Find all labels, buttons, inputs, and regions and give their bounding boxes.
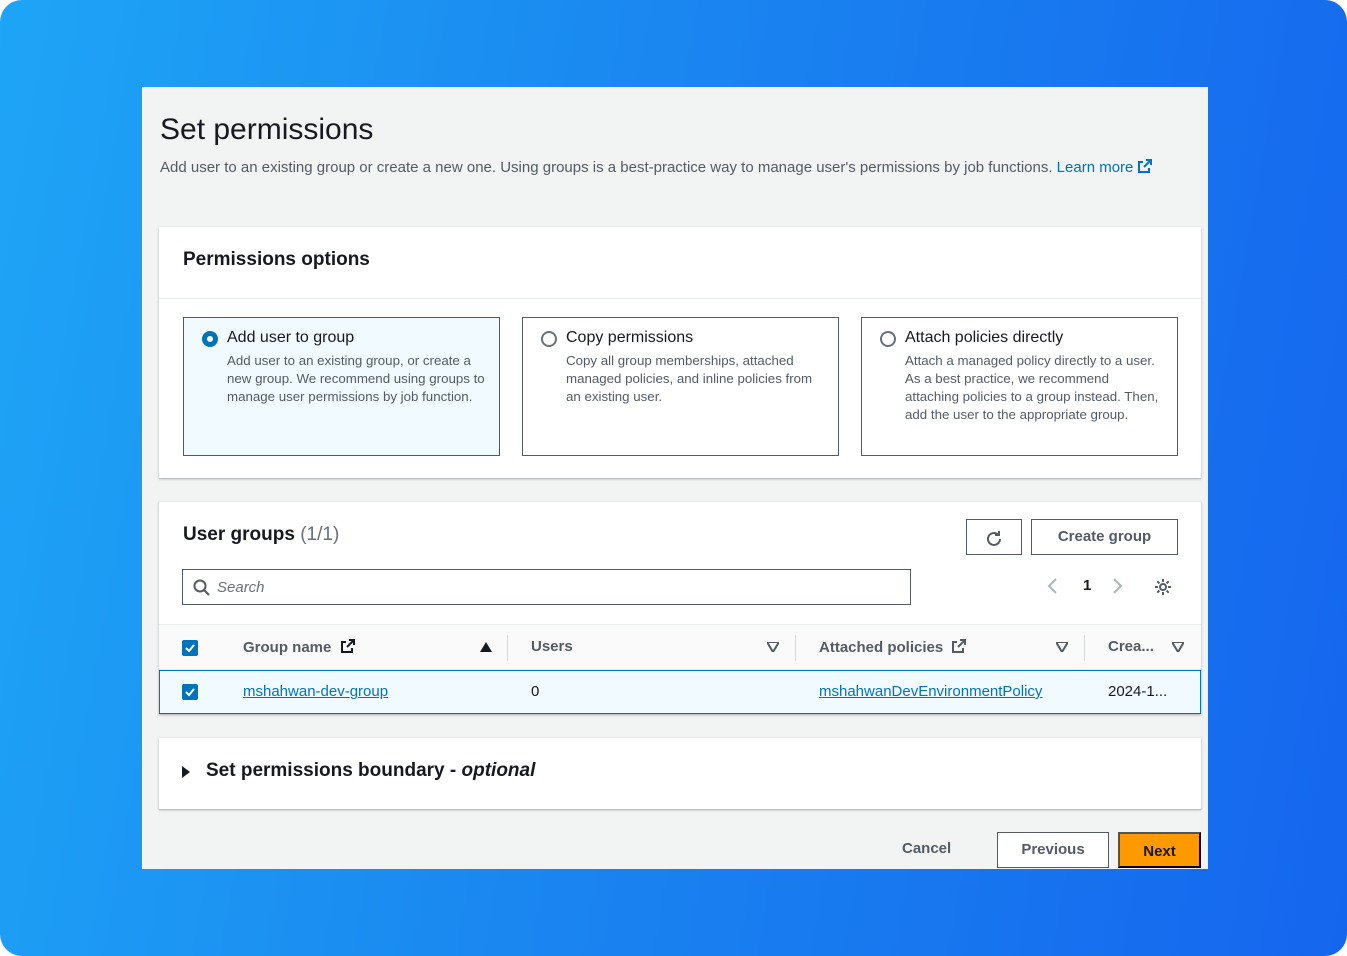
- sort-descending-icon[interactable]: [1056, 642, 1068, 652]
- search-box: [182, 569, 911, 605]
- column-header-created[interactable]: Crea...: [1108, 638, 1154, 655]
- chevron-left-icon[interactable]: [1047, 578, 1059, 594]
- table-header: Group name Users Attached policies Crea.…: [159, 624, 1201, 670]
- user-groups-panel: User groups (1/1) Create group 1 Group n…: [159, 502, 1201, 714]
- gear-icon[interactable]: [1153, 577, 1173, 597]
- permissions-options-panel: Permissions options Add user to group Ad…: [159, 227, 1201, 478]
- option-label: Attach policies directly: [905, 329, 1064, 346]
- option-description: Copy all group memberships, attached man…: [566, 353, 813, 404]
- permissions-boundary-title[interactable]: Set permissions boundary - optional: [206, 760, 535, 782]
- table-row[interactable]: mshahwan-dev-group 0 mshahwanDevEnvironm…: [159, 670, 1201, 714]
- user-groups-title-text: User groups: [183, 524, 295, 545]
- row-checkbox[interactable]: [182, 684, 198, 700]
- group-name-link[interactable]: mshahwan-dev-group: [243, 683, 388, 700]
- create-group-button[interactable]: Create group: [1031, 519, 1178, 555]
- search-icon: [193, 579, 210, 596]
- column-separator: [507, 635, 508, 661]
- option-description: Attach a managed policy directly to a us…: [905, 353, 1159, 422]
- refresh-icon: [987, 531, 1001, 546]
- chevron-right-icon[interactable]: [1111, 578, 1123, 594]
- option-label: Copy permissions: [566, 329, 694, 346]
- column-separator: [795, 635, 796, 661]
- page-number[interactable]: 1: [1083, 577, 1091, 594]
- select-all-checkbox[interactable]: [182, 640, 198, 656]
- boundary-optional-text: optional: [461, 760, 536, 781]
- learn-more-link[interactable]: Learn more: [1057, 159, 1154, 176]
- attached-policy-link[interactable]: mshahwanDevEnvironmentPolicy: [819, 683, 1042, 700]
- wizard-window: Set permissions Add user to an existing …: [142, 87, 1208, 869]
- column-separator: [1084, 635, 1085, 661]
- sort-descending-icon[interactable]: [1172, 642, 1184, 652]
- search-input[interactable]: [217, 577, 897, 597]
- column-header-attached-policies[interactable]: Attached policies: [819, 638, 967, 656]
- option-description: Add user to an existing group, or create…: [227, 353, 485, 404]
- column-header-label: Attached policies: [819, 639, 944, 656]
- sort-ascending-icon[interactable]: [480, 642, 492, 652]
- sort-descending-icon[interactable]: [767, 642, 779, 652]
- external-link-icon: [952, 639, 967, 653]
- column-header-group-name[interactable]: Group name: [243, 638, 356, 656]
- option-attach-policies-directly[interactable]: Attach policies directly Attach a manage…: [861, 317, 1178, 456]
- radio-unselected-icon[interactable]: [541, 331, 557, 347]
- column-header-label: Group name: [243, 639, 332, 656]
- previous-button[interactable]: Previous: [997, 832, 1109, 868]
- learn-more-label: Learn more: [1056, 159, 1134, 176]
- refresh-button[interactable]: [966, 519, 1022, 555]
- boundary-title-text: Set permissions boundary -: [206, 760, 462, 781]
- radio-selected-icon[interactable]: [202, 331, 218, 347]
- column-header-users[interactable]: Users: [531, 638, 573, 655]
- page-description: Add user to an existing group or create …: [160, 155, 1170, 180]
- checkbox-checked-icon: [185, 644, 195, 653]
- user-groups-title: User groups (1/1): [183, 524, 339, 546]
- divider: [159, 298, 1201, 299]
- option-label: Add user to group: [227, 329, 355, 346]
- permissions-boundary-section[interactable]: Set permissions boundary - optional: [159, 738, 1201, 809]
- external-link-icon: [340, 639, 355, 653]
- page-title: Set permissions: [160, 113, 374, 146]
- option-copy-permissions[interactable]: Copy permissions Copy all group membersh…: [522, 317, 839, 456]
- page-description-text: Add user to an existing group or create …: [160, 159, 1053, 176]
- radio-unselected-icon[interactable]: [880, 331, 896, 347]
- option-add-user-to-group[interactable]: Add user to group Add user to an existin…: [183, 317, 500, 456]
- users-count: 0: [531, 683, 540, 700]
- created-date: 2024-1...: [1108, 683, 1168, 700]
- user-groups-count: (1/1): [300, 524, 340, 545]
- next-button[interactable]: Next: [1118, 832, 1201, 868]
- checkbox-checked-icon: [185, 688, 195, 697]
- caret-right-icon[interactable]: [182, 766, 190, 778]
- external-link-icon: [1138, 159, 1153, 173]
- cancel-button[interactable]: Cancel: [902, 840, 951, 857]
- permissions-options-title: Permissions options: [183, 249, 370, 270]
